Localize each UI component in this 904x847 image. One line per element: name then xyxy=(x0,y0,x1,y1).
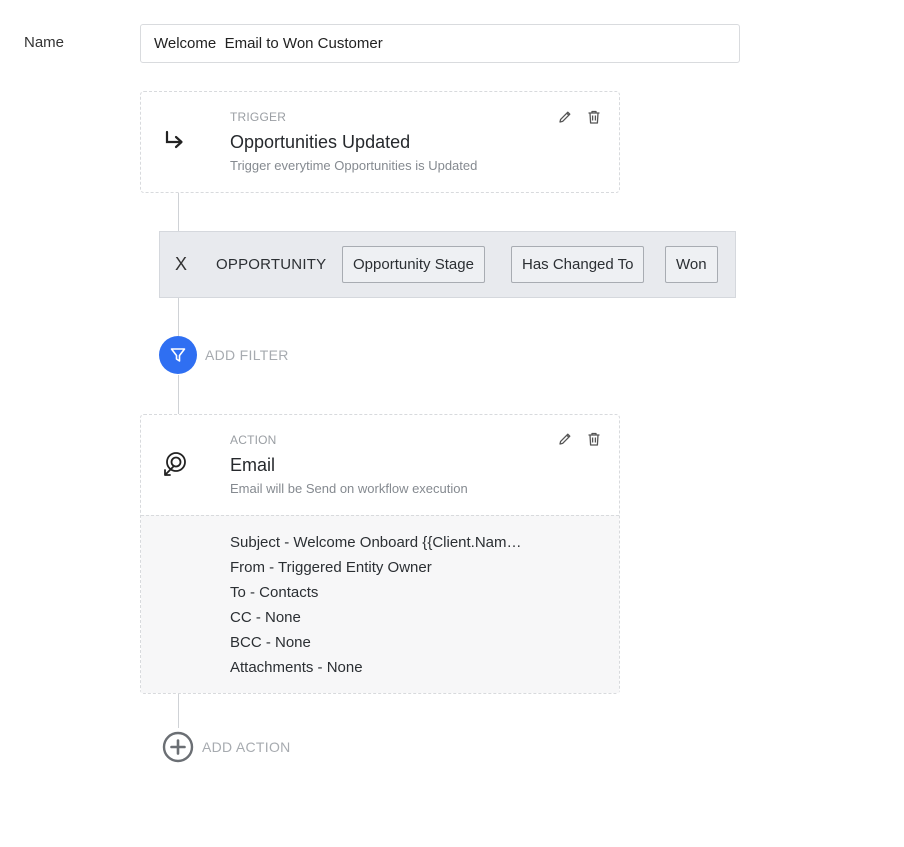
add-action-button[interactable]: ADD ACTION xyxy=(162,731,291,763)
remove-filter-button[interactable]: X xyxy=(175,254,187,275)
connector-line xyxy=(178,375,179,415)
trigger-title: Opportunities Updated xyxy=(230,132,411,152)
trigger-arrow-icon xyxy=(161,128,189,156)
email-action-icon xyxy=(161,450,189,478)
filter-value-chip[interactable]: Won xyxy=(665,246,718,283)
add-filter-label: ADD FILTER xyxy=(205,347,289,363)
add-filter-button[interactable]: ADD FILTER xyxy=(159,336,289,374)
action-kicker: ACTION xyxy=(230,433,277,447)
trash-icon[interactable] xyxy=(586,431,602,447)
filter-operator-chip[interactable]: Has Changed To xyxy=(511,246,645,283)
trash-icon[interactable] xyxy=(586,109,602,125)
filter-entity: OPPORTUNITY xyxy=(216,256,327,273)
trigger-subtitle: Trigger everytime Opportunities is Updat… xyxy=(230,158,478,173)
action-tools xyxy=(557,431,602,447)
workflow-name-input[interactable]: Welcome Email to Won Customer xyxy=(140,24,740,63)
action-title: Email xyxy=(230,455,276,475)
trigger-kicker: TRIGGER xyxy=(230,110,287,124)
edit-pencil-icon[interactable] xyxy=(557,431,573,447)
action-details: Subject - Welcome Onboard {{Client.Name}… xyxy=(141,515,619,693)
plus-circle-icon xyxy=(162,731,194,763)
trigger-card: TRIGGER Opportunities Updated Trigger ev… xyxy=(140,91,620,193)
action-card: ACTION Email Email will be Send on workf… xyxy=(140,414,620,694)
filter-field-chip[interactable]: Opportunity Stage xyxy=(342,246,485,283)
detail-attachments: Attachments - None xyxy=(230,659,363,676)
trigger-tools xyxy=(557,109,602,125)
name-label: Name xyxy=(24,34,65,51)
connector-line xyxy=(178,298,179,336)
add-action-label: ADD ACTION xyxy=(202,739,291,755)
detail-bcc: BCC - None xyxy=(230,634,311,651)
connector-line xyxy=(178,694,179,728)
detail-cc: CC - None xyxy=(230,609,301,626)
filter-condition-row: X OPPORTUNITY Opportunity Stage Has Chan… xyxy=(159,231,736,298)
detail-subject: Subject - Welcome Onboard {{Client.Name}… xyxy=(230,534,522,551)
action-subtitle: Email will be Send on workflow execution xyxy=(230,481,468,496)
connector-line xyxy=(178,193,179,231)
detail-from: From - Triggered Entity Owner xyxy=(230,559,432,576)
detail-to: To - Contacts xyxy=(230,584,319,601)
edit-pencil-icon[interactable] xyxy=(557,109,573,125)
filter-funnel-icon xyxy=(159,336,197,374)
